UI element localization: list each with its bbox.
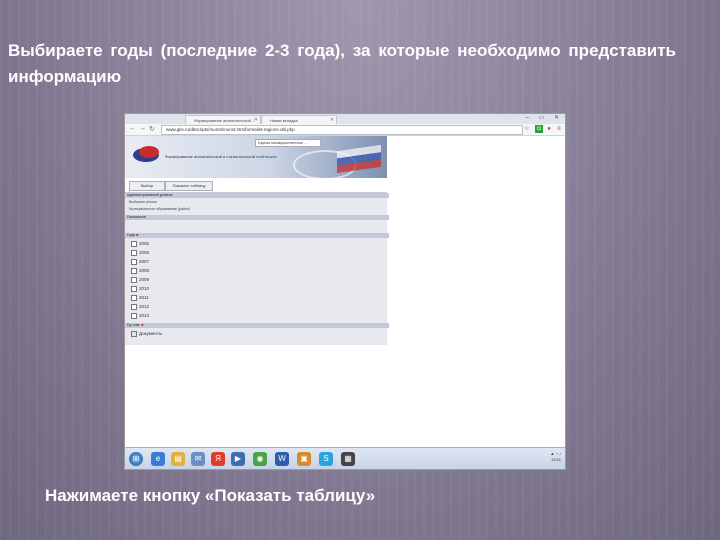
mail-icon[interactable]: ✉ [191,452,205,466]
year-label: 2006 [139,250,150,255]
year-label: 2009 [139,277,150,282]
site-banner: Единая межведомственная ... Формирование… [125,136,387,180]
checkbox[interactable] [131,249,137,256]
year-option-2006[interactable]: 2006 [131,249,149,256]
section-years-label: Годы [127,233,136,237]
window-controls[interactable]: – ▭ ✕ [526,114,563,121]
address-bar[interactable]: www.gks.ru/dbscripts/munst/munst.htm/for… [161,125,523,135]
region-line[interactable]: Выберите регион [129,200,157,204]
year-label: 2013 [139,313,150,318]
system-tray[interactable]: ▲ ◔ ♪ 13:51 [550,451,561,463]
unit-option[interactable]: Документы [131,330,162,337]
reload-icon[interactable]: ↻ [149,125,155,133]
checkbox[interactable] [131,258,137,265]
menu-icon[interactable]: ≡ [555,125,563,133]
required-marker: ■ [141,323,144,327]
section-unit: Ед. изм. ■ [125,323,389,328]
year-option-2013[interactable]: 2013 [131,312,149,319]
skype-icon[interactable]: S [319,452,333,466]
required-marker: ■ [136,233,139,237]
adblock-icon[interactable]: ● [545,125,553,133]
year-option-2008[interactable]: 2008 [131,267,149,274]
browser-toolbar: ← → ↻ www.gks.ru/dbscripts/munst/munst.h… [125,124,565,136]
checkbox[interactable] [131,312,137,319]
bookmark-star-icon[interactable]: ☆ [523,125,531,133]
checkbox[interactable] [131,267,137,274]
chrome-icon[interactable]: ◉ [253,452,267,466]
year-option-2011[interactable]: 2011 [131,294,149,301]
ie-icon[interactable]: e [151,452,165,466]
checkbox[interactable] [131,303,137,310]
media-player-icon[interactable]: ▶ [231,452,245,466]
year-option-2010[interactable]: 2010 [131,285,149,292]
logo-accent-icon [139,146,159,158]
windows-taskbar: ⊞ e ▤ ✉ Я ▶ ◉ W ▣ S ▦ ▲ ◔ ♪ 13:51 [125,447,565,469]
year-option-2007[interactable]: 2007 [131,258,149,265]
year-label: 2012 [139,304,150,309]
tab-strip: Формирование аналитической ... ✕ Новая в… [125,114,565,125]
checkbox[interactable] [131,276,137,283]
show-table-button[interactable]: Показать таблицу [165,181,213,191]
calc-icon[interactable]: ▦ [341,452,355,466]
extension-icon[interactable]: ◘ [535,125,543,133]
year-option-2012[interactable]: 2012 [131,303,149,310]
unit-label: Документы [139,331,163,336]
checkbox[interactable] [131,240,137,247]
year-label: 2005 [139,241,150,246]
year-label: 2010 [139,286,150,291]
year-label: 2007 [139,259,150,264]
year-option-2009[interactable]: 2009 [131,276,149,283]
files-icon[interactable]: ▣ [297,452,311,466]
section-period: Показатели [125,215,389,220]
explorer-icon[interactable]: ▤ [171,452,185,466]
banner-title: Формирование аналитической и статистичес… [165,154,277,159]
browser-screenshot: Формирование аналитической ... ✕ Новая в… [124,113,566,470]
year-label: 2008 [139,268,150,273]
section-years: Годы ■ [125,233,389,238]
word-icon[interactable]: W [275,452,289,466]
clock: 13:51 [550,457,561,462]
windows-start-icon[interactable]: ⊞ [129,452,143,466]
tab-label: Формирование аналитической ... [194,118,256,123]
back-icon[interactable]: ← [129,125,136,132]
flag-icon [337,144,381,174]
checkbox[interactable] [131,285,137,292]
slide-caption: Нажимаете кнопку «Показать таблицу» [45,486,376,505]
page-content: Единая межведомственная ... Формирование… [125,136,389,346]
tab-label: Новая вкладка [270,118,298,123]
year-option-2005[interactable]: 2005 [131,240,149,247]
select-button[interactable]: Выбор [129,181,165,191]
municipality-line[interactable]: Муниципальное образование (район) [129,207,190,211]
section-region: Административный уровень [125,193,389,198]
slide-heading: Выбираете годы (последние 2-3 года), за … [8,41,676,86]
year-label: 2011 [139,295,149,300]
forward-icon[interactable]: → [139,125,146,132]
checkbox-checked[interactable] [131,330,137,337]
checkbox[interactable] [131,294,137,301]
section-unit-label: Ед. изм. [127,323,141,327]
banner-top-label: Единая межведомственная ... [255,139,321,147]
yandex-icon[interactable]: Я [211,452,225,466]
filter-form: Административный уровень Выберите регион… [125,192,389,345]
